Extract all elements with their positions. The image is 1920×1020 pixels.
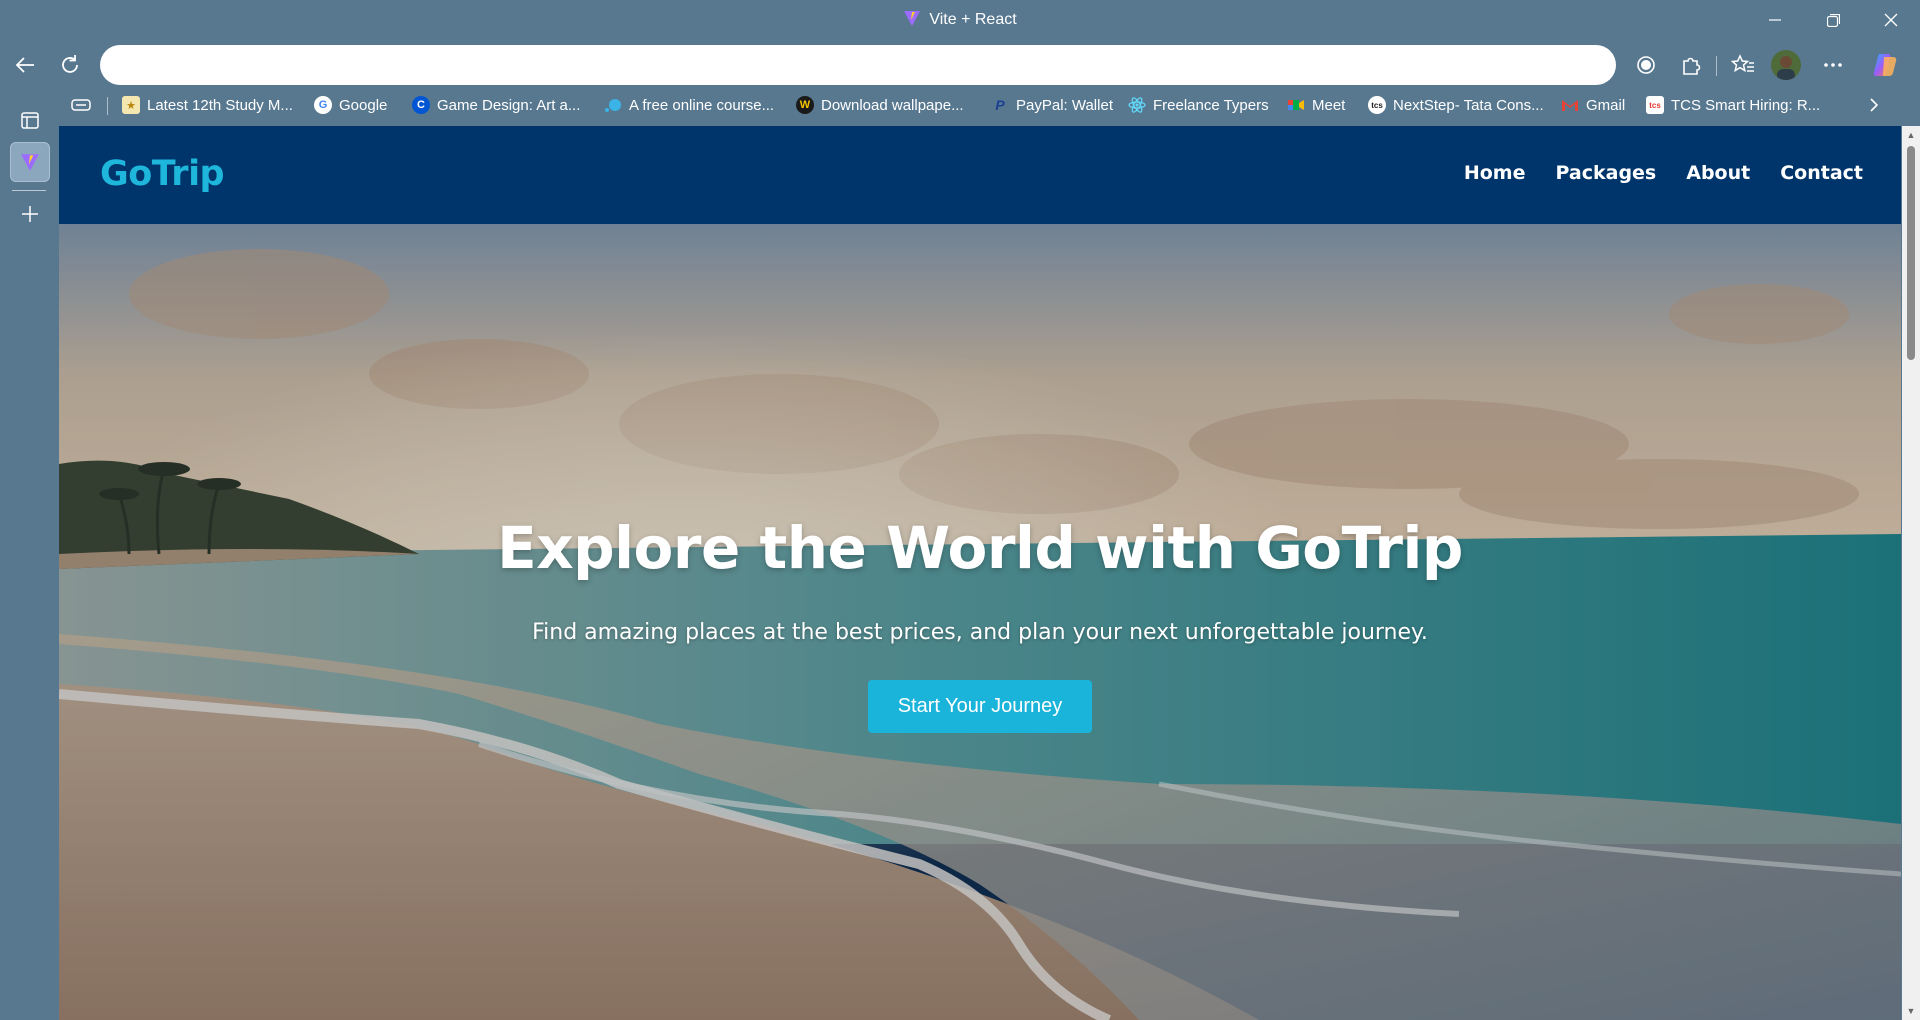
bookmark-label: A free online course... <box>629 96 775 114</box>
bookmark-label: Gmail <box>1586 96 1626 114</box>
bookmark-item[interactable]: A free online course... <box>604 93 774 117</box>
vertical-tab-rail <box>0 100 58 1020</box>
page-scrollbar[interactable]: ▲ ▼ <box>1902 126 1920 1020</box>
vite-favicon-icon <box>903 9 921 27</box>
bookmarks-divider <box>107 97 108 115</box>
bookmarks-bar: ★ Latest 12th Study M... G Google C Game De… <box>0 90 1920 120</box>
google-icon: G <box>314 96 332 114</box>
start-journey-button[interactable]: Start Your Journey <box>867 680 1093 733</box>
site-navbar: GoTrip Home Packages About Contact <box>59 126 1901 224</box>
bookmark-item[interactable]: P PayPal: Wallet <box>991 93 1113 117</box>
bookmark-item[interactable]: W Download wallpape... <box>796 93 964 117</box>
window-title-text: Vite + React <box>929 11 1017 28</box>
bookmark-item[interactable]: ★ Latest 12th Study M... <box>122 93 293 117</box>
minimize-icon[interactable] <box>1746 0 1804 40</box>
address-bar-input[interactable] <box>100 45 1616 85</box>
nav-links: Home Packages About Contact <box>1464 162 1863 184</box>
site-logo[interactable]: GoTrip <box>100 154 225 194</box>
more-icon[interactable] <box>1816 48 1850 82</box>
window-title: Vite + React <box>0 9 1920 29</box>
scroll-up-icon[interactable]: ▲ <box>1906 130 1916 140</box>
page-viewport: GoTrip Home Packages About Contact Explo… <box>59 126 1901 1020</box>
coursera-icon: C <box>412 96 430 114</box>
tab-vite-react[interactable] <box>10 142 50 182</box>
hero-content: Explore the World with GoTrip Find amazi… <box>59 514 1901 733</box>
bookmark-item[interactable]: Freelance Typers <box>1128 93 1269 117</box>
extensions-icon[interactable] <box>1674 48 1708 82</box>
restore-icon[interactable] <box>1804 0 1862 40</box>
tcs-icon: tcs <box>1368 96 1386 114</box>
wallpaper-icon: W <box>796 96 814 114</box>
nav-link-contact[interactable]: Contact <box>1780 162 1863 184</box>
close-icon[interactable] <box>1862 0 1920 40</box>
rail-divider <box>12 190 46 191</box>
scroll-down-icon[interactable]: ▼ <box>1906 1006 1916 1016</box>
bookmark-label: Game Design: Art a... <box>437 96 581 114</box>
course-icon <box>604 96 622 114</box>
scroll-thumb[interactable] <box>1907 146 1915 360</box>
bookmark-label: Meet <box>1312 96 1346 114</box>
nav-link-about[interactable]: About <box>1686 162 1750 184</box>
reload-icon[interactable] <box>53 48 87 82</box>
record-icon[interactable] <box>1629 48 1663 82</box>
profile-avatar[interactable] <box>1771 50 1801 80</box>
nav-link-packages[interactable]: Packages <box>1555 162 1656 184</box>
bookmark-label: Google <box>339 96 388 114</box>
hero-subtitle: Find amazing places at the best prices, … <box>532 620 1428 645</box>
collections-icon[interactable] <box>70 93 92 117</box>
bookmark-label: Download wallpape... <box>821 96 964 114</box>
vite-tab-icon <box>21 154 39 171</box>
tab-actions-icon[interactable] <box>10 100 50 140</box>
bookmark-item[interactable]: C Game Design: Art a... <box>412 93 580 117</box>
nav-link-home[interactable]: Home <box>1464 162 1526 184</box>
bookmark-label: TCS Smart Hiring: R... <box>1671 96 1821 114</box>
bookmark-label: Latest 12th Study M... <box>147 96 293 114</box>
paypal-icon: P <box>995 97 1005 113</box>
tcs-red-icon: tcs <box>1646 96 1664 114</box>
bookmark-label: NextStep- Tata Cons... <box>1393 96 1544 114</box>
hero-section: Explore the World with GoTrip Find amazi… <box>59 224 1901 1020</box>
bookmark-item[interactable]: G Google <box>314 93 387 117</box>
meet-icon <box>1287 96 1305 114</box>
react-icon <box>1128 96 1146 114</box>
bookmark-item[interactable]: tcs NextStep- Tata Cons... <box>1368 93 1544 117</box>
back-arrow-icon[interactable] <box>8 48 42 82</box>
study-icon: ★ <box>122 96 140 114</box>
bookmark-label: PayPal: Wallet <box>1016 96 1113 114</box>
favorites-icon[interactable] <box>1726 48 1760 82</box>
gmail-icon <box>1561 96 1579 114</box>
toolbar-divider <box>1716 56 1717 76</box>
title-bar: Vite + React <box>0 0 1920 40</box>
new-tab-icon[interactable] <box>10 194 50 234</box>
bookmark-item[interactable]: tcs TCS Smart Hiring: R... <box>1646 93 1820 117</box>
copilot-icon[interactable] <box>1868 48 1902 82</box>
hero-title: Explore the World with GoTrip <box>497 514 1463 582</box>
bookmark-item[interactable]: Gmail <box>1561 93 1625 117</box>
bookmark-item[interactable]: Meet <box>1287 93 1345 117</box>
chevron-right-icon[interactable] <box>1868 93 1880 117</box>
bookmark-label: Freelance Typers <box>1153 96 1269 114</box>
